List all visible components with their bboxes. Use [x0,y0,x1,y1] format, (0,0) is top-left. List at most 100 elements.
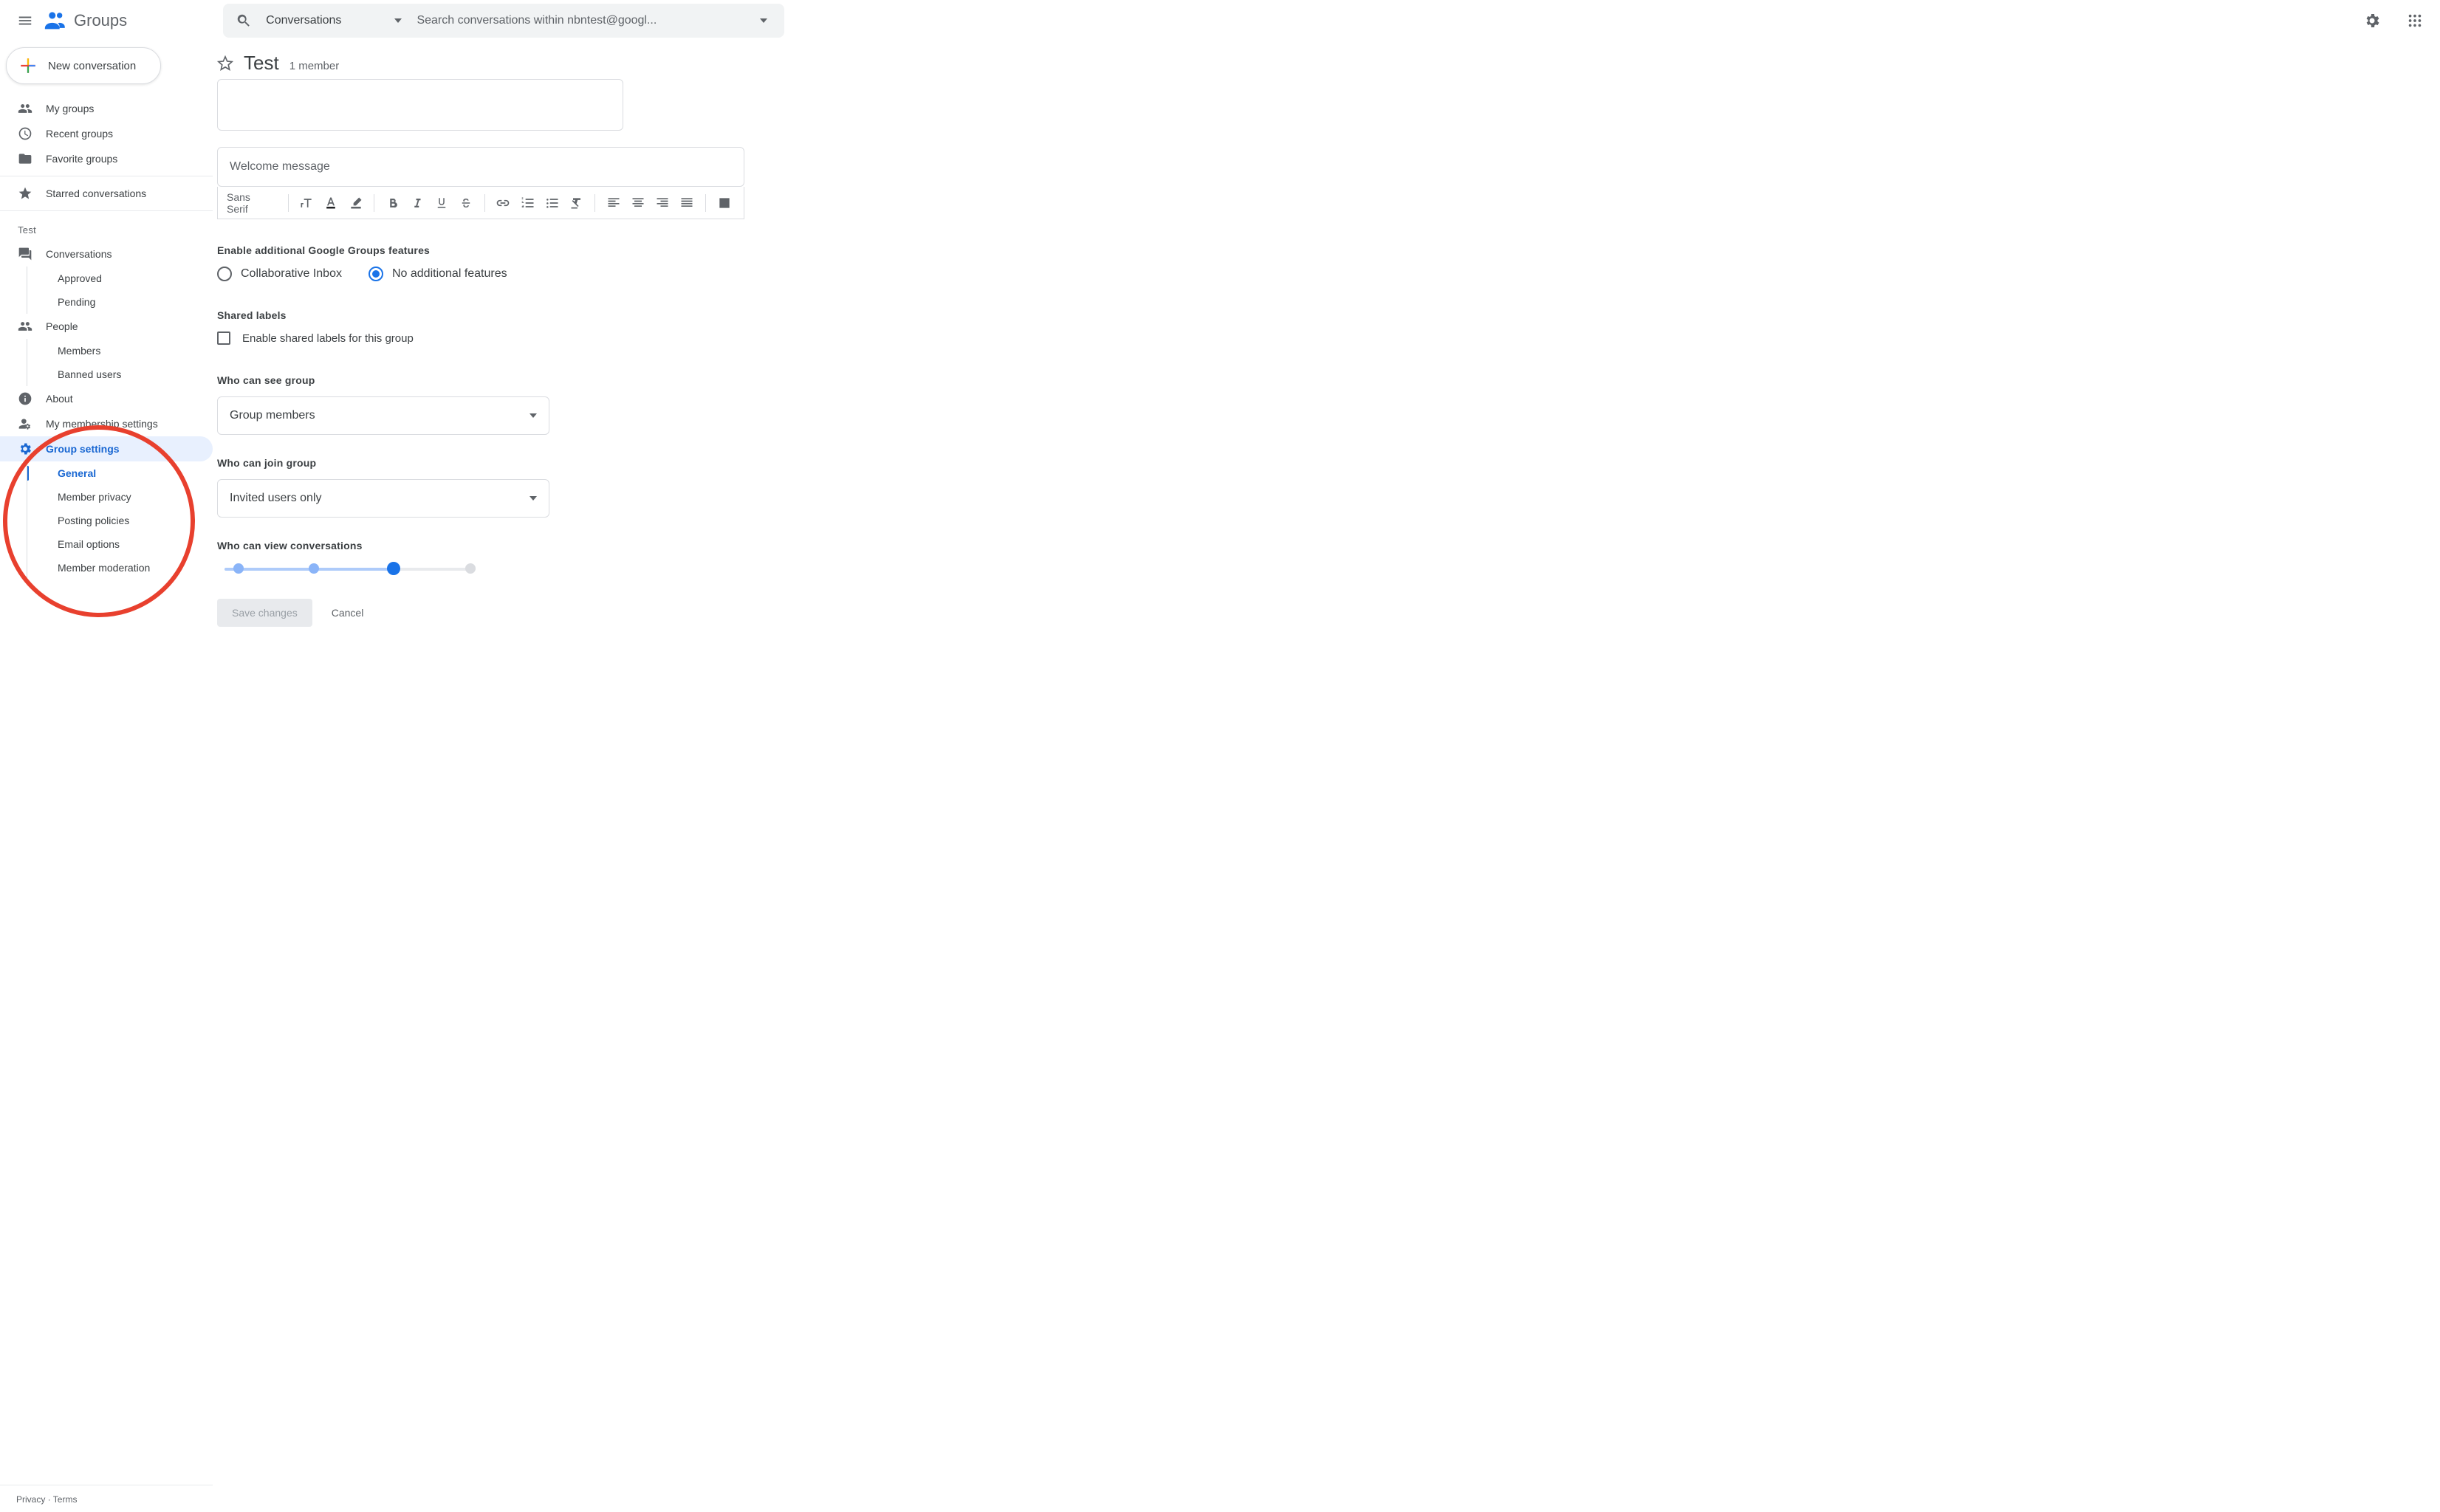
welcome-message-input[interactable] [230,160,732,173]
sidebar-item-membership-settings[interactable]: My membership settings [0,411,213,436]
align-left-button[interactable] [603,192,624,214]
top-bar: Groups Conversations [0,0,2440,41]
new-conversation-button[interactable]: New conversation [6,47,161,84]
who-join-select[interactable]: Invited users only [217,479,549,518]
align-right-icon [655,196,670,210]
sidebar-item-starred[interactable]: Starred conversations [0,181,213,206]
bulleted-list-button[interactable] [541,192,563,214]
italic-icon [411,196,424,210]
settings-button[interactable] [2357,6,2387,35]
toolbar-separator [705,194,706,212]
sidebar-child-posting-policies[interactable]: Posting policies [0,509,213,532]
star-outline-icon [217,55,233,72]
terms-link[interactable]: Terms [53,1494,78,1505]
toolbar-separator [288,194,289,212]
welcome-message-field[interactable] [217,147,744,187]
sidebar-child-member-moderation[interactable]: Member moderation [0,556,213,580]
who-view-slider[interactable] [217,562,483,577]
sidebar-item-people[interactable]: People [0,314,213,339]
bold-icon [386,196,400,210]
sidebar-child-pending[interactable]: Pending [0,290,213,314]
bold-button[interactable] [382,192,403,214]
page-title: Test [244,52,279,75]
align-center-icon [631,196,645,210]
main-menu-button[interactable] [10,6,40,35]
slider-stop-4[interactable] [465,563,476,574]
text-color-button[interactable] [321,192,342,214]
save-button[interactable]: Save changes [217,599,312,627]
new-conversation-label: New conversation [48,60,136,72]
font-size-icon [299,196,314,210]
app-name: Groups [74,11,127,30]
sidebar-item-conversations[interactable]: Conversations [0,241,213,267]
strikethrough-icon [459,196,473,210]
apps-grid-icon [2407,13,2423,29]
slider-fill [225,568,391,571]
who-view-label: Who can view conversations [217,540,789,551]
slider-stop-2[interactable] [309,563,319,574]
search-button[interactable] [229,6,258,35]
main-content: Test 1 member Sans Serif [213,41,2440,1512]
star-group-button[interactable] [217,55,233,72]
sidebar-child-member-privacy[interactable]: Member privacy [0,485,213,509]
underline-button[interactable] [431,192,452,214]
gear-icon [2363,12,2381,30]
sidebar-footer: Privacy · Terms [0,1485,213,1512]
clear-format-button[interactable] [566,192,587,214]
sidebar-child-general[interactable]: General [0,461,213,485]
sidebar-child-members[interactable]: Members [0,339,213,362]
toolbar-separator [484,194,485,212]
highlight-button[interactable] [345,192,366,214]
slider-stop-1[interactable] [233,563,244,574]
sidebar-item-label: About [46,393,73,405]
search-input[interactable] [409,14,749,27]
sidebar-child-approved[interactable]: Approved [0,267,213,290]
shared-labels-text: Enable shared labels for this group [242,332,414,345]
align-justify-button[interactable] [676,192,698,214]
folder-icon [18,151,32,166]
slider-thumb[interactable] [387,562,400,575]
sidebar-child-email-options[interactable]: Email options [0,532,213,556]
sidebar-item-my-groups[interactable]: My groups [0,96,213,121]
font-size-button[interactable] [296,192,318,214]
description-textarea[interactable] [217,79,623,131]
shared-labels-checkbox[interactable] [217,331,230,345]
clock-icon [18,126,32,141]
star-icon [18,186,32,201]
app-logo[interactable]: Groups [43,8,127,33]
search-bar: Conversations [223,4,784,38]
insert-image-button[interactable] [713,192,735,214]
italic-button[interactable] [406,192,428,214]
sidebar-item-label: Conversations [46,248,112,260]
sidebar-item-group-settings[interactable]: Group settings [0,436,213,461]
align-right-button[interactable] [652,192,674,214]
who-see-label: Who can see group [217,374,789,386]
link-button[interactable] [493,192,514,214]
people-icon [18,101,32,116]
numbered-list-button[interactable] [517,192,538,214]
align-center-button[interactable] [628,192,649,214]
text-color-icon [323,196,338,210]
who-see-select[interactable]: Group members [217,396,549,435]
toolbar-separator [594,194,595,212]
sidebar-item-label: Recent groups [46,128,113,140]
privacy-link[interactable]: Privacy [16,1494,45,1505]
sidebar-item-label: Starred conversations [46,188,146,199]
sidebar-item-favorite-groups[interactable]: Favorite groups [0,146,213,171]
sidebar-item-recent-groups[interactable]: Recent groups [0,121,213,146]
align-justify-icon [679,196,694,210]
radio-collaborative-inbox[interactable]: Collaborative Inbox [217,267,342,281]
cancel-button[interactable]: Cancel [332,607,364,619]
action-buttons: Save changes Cancel [217,599,789,627]
sidebar-item-about[interactable]: About [0,386,213,411]
page-header: Test 1 member [213,41,2440,79]
font-family-dropdown[interactable]: Sans Serif [227,191,273,215]
radio-no-additional[interactable]: No additional features [369,267,507,281]
search-scope-dropdown[interactable]: Conversations [258,14,409,27]
apps-button[interactable] [2400,6,2430,35]
people-icon [18,319,32,334]
sidebar-item-label: My groups [46,103,94,114]
sidebar-child-banned[interactable]: Banned users [0,362,213,386]
strikethrough-button[interactable] [456,192,477,214]
search-options-button[interactable] [749,6,778,35]
